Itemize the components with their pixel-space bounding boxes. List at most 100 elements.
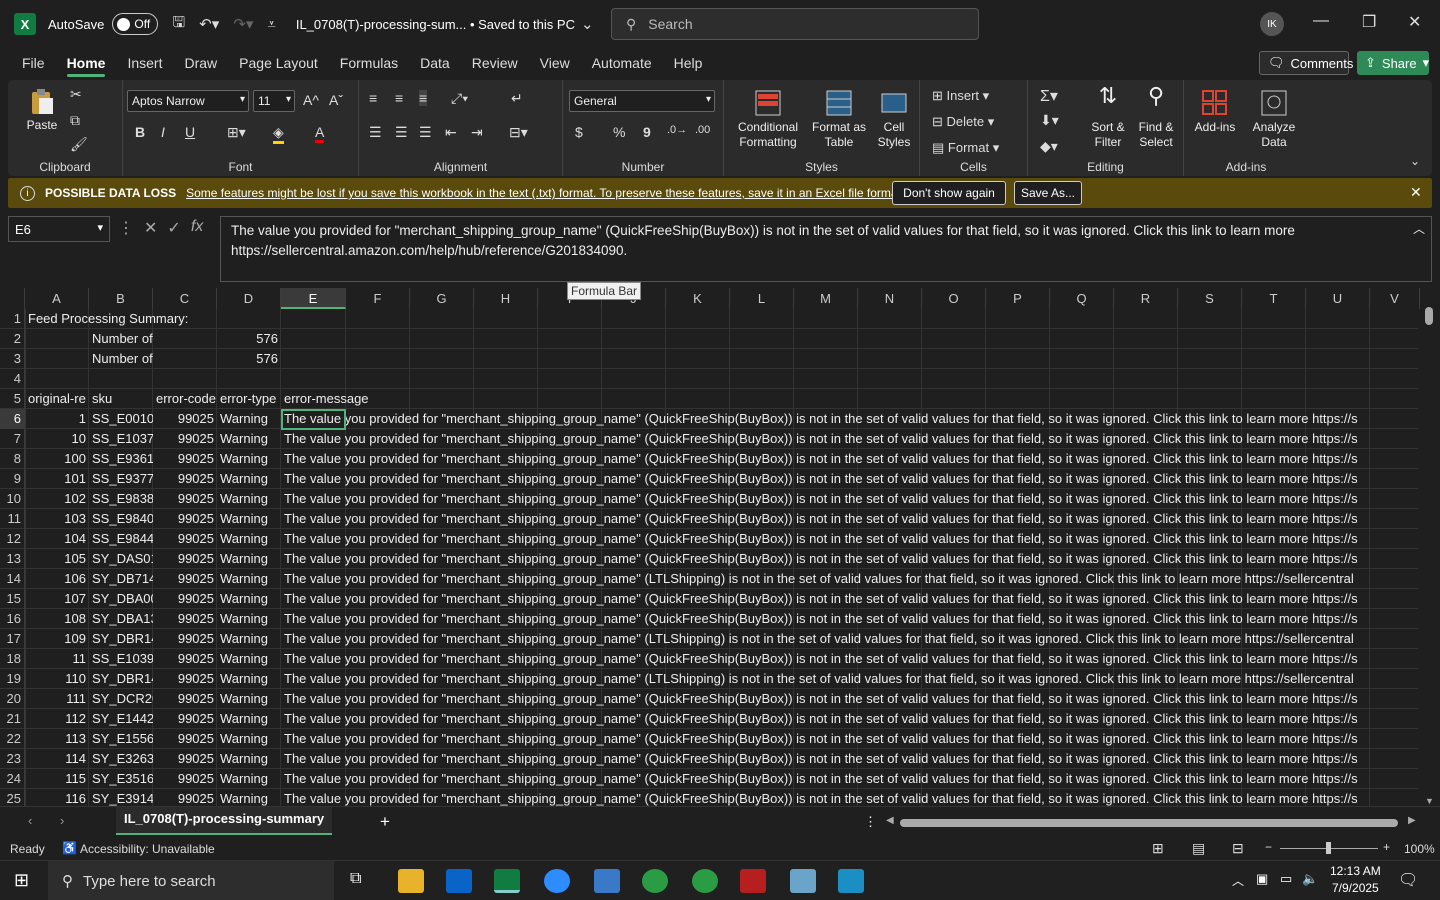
cell-b[interactable]: SS_E98389 <box>89 489 153 509</box>
column-header-u[interactable]: U <box>1306 288 1370 309</box>
cell-e[interactable]: The value you provided for "merchant_shi… <box>281 729 1411 749</box>
comments-button[interactable]: 🗨 Comments <box>1259 51 1353 75</box>
cell-c[interactable]: 99025 <box>153 689 217 709</box>
italic-button[interactable]: I <box>161 124 165 140</box>
cell-d[interactable]: Warning <box>217 549 281 569</box>
cell-a[interactable]: 114 <box>25 749 89 769</box>
row-header[interactable]: 12 <box>0 529 25 549</box>
cell-d[interactable]: Warning <box>217 509 281 529</box>
cell-d[interactable]: Warning <box>217 649 281 669</box>
cell-e[interactable]: error-message <box>281 389 1411 409</box>
volume-icon[interactable]: 🔈 <box>1302 871 1318 887</box>
more-options-icon[interactable]: ⋮ <box>864 814 877 830</box>
next-sheet-icon[interactable]: › <box>60 813 64 828</box>
tab-home[interactable]: Home <box>66 55 105 77</box>
cell-a[interactable]: 109 <box>25 629 89 649</box>
cell-d[interactable]: error-type <box>217 389 281 409</box>
increase-indent-icon[interactable]: ⇥ <box>471 124 483 141</box>
cell-c[interactable]: 99025 <box>153 629 217 649</box>
cell-c[interactable]: 99025 <box>153 529 217 549</box>
cell-b[interactable]: SS_E98408 <box>89 509 153 529</box>
cell-e[interactable]: The value you provided for "merchant_shi… <box>281 769 1411 789</box>
clear-icon[interactable]: ◆▾ <box>1040 138 1058 155</box>
zoom-app-icon[interactable] <box>544 869 570 893</box>
network-icon[interactable]: ▭ <box>1280 871 1292 887</box>
cell-b[interactable]: SY_DCR200 <box>89 689 153 709</box>
bottom-align-icon[interactable]: ≡ <box>419 90 428 106</box>
cell-d[interactable]: Warning <box>217 609 281 629</box>
cell-e[interactable]: The value you provided for "merchant_shi… <box>281 689 1411 709</box>
windows-start-icon[interactable]: ⊞ <box>14 870 29 891</box>
cell-d[interactable]: Warning <box>217 749 281 769</box>
scroll-left-icon[interactable]: ◀ <box>886 815 894 826</box>
cell-a[interactable]: 104 <box>25 529 89 549</box>
cell-c[interactable]: 99025 <box>153 749 217 769</box>
cell-b[interactable]: SY_DBA002 <box>89 589 153 609</box>
row-header[interactable]: 3 <box>0 349 25 369</box>
close-message-icon[interactable]: ✕ <box>1410 184 1422 201</box>
row-header[interactable]: 11 <box>0 509 25 529</box>
row-header[interactable]: 17 <box>0 629 25 649</box>
add-sheet-button[interactable]: + <box>380 812 390 832</box>
enter-icon[interactable]: ✓ <box>167 218 180 238</box>
select-all-button[interactable] <box>0 288 25 309</box>
row-header[interactable]: 8 <box>0 449 25 469</box>
cell-c[interactable]: 99025 <box>153 549 217 569</box>
cell-b[interactable]: SY_DB7147 <box>89 569 153 589</box>
cell-a[interactable]: 113 <box>25 729 89 749</box>
cancel-icon[interactable]: ✕ <box>144 218 157 238</box>
find-select-button[interactable]: ⚲ Find & Select <box>1132 85 1180 150</box>
row-header[interactable]: 23 <box>0 749 25 769</box>
filezilla-icon[interactable] <box>740 869 766 893</box>
cell-c[interactable]: 99025 <box>153 449 217 469</box>
comma-button[interactable]: 9 <box>643 124 651 140</box>
cell-b[interactable]: SY_E35160 <box>89 769 153 789</box>
column-header-c[interactable]: C <box>153 288 217 309</box>
cell-d[interactable]: Warning <box>217 669 281 689</box>
cell-b[interactable]: SS_E00100 <box>89 409 153 429</box>
prev-sheet-icon[interactable]: ‹ <box>28 813 32 828</box>
cell-a[interactable]: 115 <box>25 769 89 789</box>
cell-a[interactable]: 1 <box>25 409 89 429</box>
outlook-icon[interactable] <box>446 869 472 893</box>
font-color-icon[interactable]: A <box>315 124 325 143</box>
zoom-level[interactable]: 100% <box>1404 842 1435 856</box>
underline-button[interactable]: U <box>185 124 195 140</box>
chrome-profile-icon[interactable] <box>692 869 718 893</box>
row-header[interactable]: 10 <box>0 489 25 509</box>
cell-d[interactable]: 576 <box>217 329 281 349</box>
formula-input[interactable]: The value you provided for "merchant_shi… <box>220 216 1432 282</box>
chrome-icon[interactable] <box>642 869 668 893</box>
cell-b[interactable]: SY_DBR145 <box>89 629 153 649</box>
cell-e[interactable]: The value you provided for "merchant_shi… <box>281 609 1411 629</box>
row-header[interactable]: 22 <box>0 729 25 749</box>
tab-data[interactable]: Data <box>420 55 450 71</box>
cell-e[interactable]: The value you provided for "merchant_shi… <box>281 429 1411 449</box>
row-header[interactable]: 9 <box>0 469 25 489</box>
cell-c[interactable]: 99025 <box>153 489 217 509</box>
cell-b[interactable]: SY_E39141 <box>89 789 153 806</box>
cell-d[interactable]: Warning <box>217 589 281 609</box>
excel-taskbar-icon[interactable] <box>494 869 520 893</box>
sort-filter-button[interactable]: ⇅ Sort & Filter <box>1086 85 1130 150</box>
cell-e[interactable]: The value you provided for "merchant_shi… <box>281 529 1411 549</box>
tab-help[interactable]: Help <box>674 55 703 71</box>
cell-e[interactable]: The value you provided for "merchant_shi… <box>281 549 1411 569</box>
cell-b[interactable]: Number of records p <box>89 329 153 349</box>
column-header-l[interactable]: L <box>730 288 794 309</box>
tab-draw[interactable]: Draw <box>184 55 217 71</box>
cell-d[interactable]: Warning <box>217 709 281 729</box>
cell-styles-button[interactable]: Cell Styles <box>872 88 916 150</box>
scroll-right-icon[interactable]: ▶ <box>1408 815 1416 826</box>
decrease-font-icon[interactable]: Aˇ <box>329 92 343 108</box>
avatar[interactable]: IK <box>1260 12 1284 36</box>
cell-e[interactable]: The value you provided for "merchant_shi… <box>281 509 1411 529</box>
cell-e[interactable]: The value you provided for "merchant_shi… <box>281 789 1411 806</box>
sheet-tab[interactable]: IL_0708(T)-processing-summary <box>116 807 333 835</box>
cell-c[interactable]: error-code <box>153 389 217 409</box>
cell-e[interactable]: The value you provided for "merchant_shi… <box>281 449 1411 469</box>
tab-page-layout[interactable]: Page Layout <box>239 55 318 71</box>
cell-e[interactable]: The value you provided for "merchant_shi… <box>281 409 1411 429</box>
row-header[interactable]: 24 <box>0 769 25 789</box>
tab-formulas[interactable]: Formulas <box>340 55 398 71</box>
